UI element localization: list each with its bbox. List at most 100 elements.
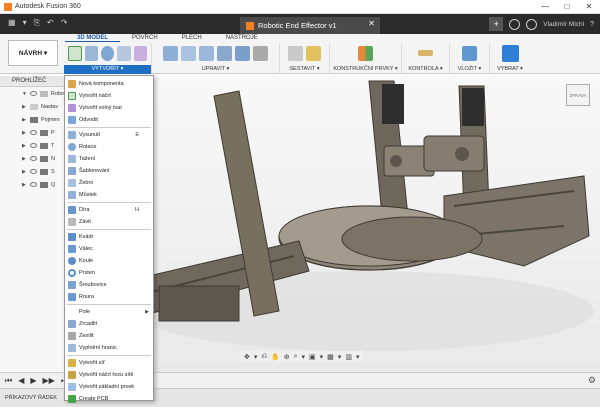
visibility-eye-icon[interactable] xyxy=(30,182,37,187)
new-component-icon[interactable] xyxy=(288,45,303,61)
insert-group[interactable]: VLOŽIT ▾ xyxy=(450,43,490,74)
display-settings-icon[interactable]: ▣ xyxy=(309,353,316,361)
browser-node-settings[interactable]: ▶ Nastav xyxy=(0,100,64,113)
chamfer-icon[interactable] xyxy=(199,45,214,61)
step-back-icon[interactable]: ◀ xyxy=(18,376,24,385)
file-menu-icon[interactable]: ▾ xyxy=(23,18,27,28)
workspace-switcher[interactable]: NÁVRH ▾ xyxy=(8,40,58,66)
menu-item-new-component[interactable]: Nová komponenta xyxy=(65,78,153,90)
grid-settings-icon[interactable]: ▦ xyxy=(327,353,334,361)
browser-node-q[interactable]: ▶ Q xyxy=(0,178,64,191)
expand-icon[interactable]: ▶ xyxy=(22,182,27,188)
form-icon[interactable] xyxy=(133,45,148,61)
menu-item-create-mesh[interactable]: Vytvořit síť xyxy=(65,357,153,369)
maximize-button[interactable]: □ xyxy=(556,0,578,14)
press-pull-icon[interactable] xyxy=(163,45,178,61)
viewcube[interactable]: ZPRAVA xyxy=(566,84,590,106)
select-group[interactable]: VYBRAT ▾ xyxy=(490,43,530,74)
browser-node-named-views[interactable]: ▶ Pojmen xyxy=(0,113,64,126)
user-name[interactable]: Vladimír Michl xyxy=(543,21,584,28)
menu-item-pipe[interactable]: Roura xyxy=(65,291,153,303)
insert-image-icon[interactable] xyxy=(462,45,477,61)
expand-icon[interactable]: ▶ xyxy=(22,117,27,123)
extrude-icon[interactable] xyxy=(84,45,98,61)
menu-item-mesh-section-sketch[interactable]: Vytvořit náčrt řezu sítě xyxy=(65,369,153,381)
browser-node-t[interactable]: ▶ T xyxy=(0,139,64,152)
save-icon[interactable]: ⎘ xyxy=(34,18,40,28)
fit-icon[interactable]: ⌕ xyxy=(294,353,298,361)
document-tab[interactable]: Robotic End Effector v1 ✕ xyxy=(240,17,380,34)
timeline-settings-icon[interactable]: ⚙ xyxy=(588,375,596,386)
menu-item-cylinder[interactable]: Válec xyxy=(65,243,153,255)
visibility-eye-icon[interactable] xyxy=(30,130,37,135)
menu-item-create-form[interactable]: Vytvořit volný tvar xyxy=(65,102,153,114)
expand-icon[interactable]: ▶ xyxy=(22,104,27,110)
revolve-icon[interactable] xyxy=(100,45,115,61)
visibility-eye-icon[interactable] xyxy=(30,169,37,174)
menu-item-coil[interactable]: Šroubovice xyxy=(65,279,153,291)
menu-item-sweep[interactable]: Tažení xyxy=(65,153,153,165)
menu-item-mirror[interactable]: Zrcadlit xyxy=(65,318,153,330)
menu-item-box[interactable]: Kvádr xyxy=(65,231,153,243)
orbit-dropdown-icon[interactable]: ▾ xyxy=(254,353,258,361)
expand-icon[interactable]: ▶ xyxy=(22,143,27,149)
job-status-icon[interactable] xyxy=(509,18,521,30)
menu-item-derive[interactable]: Odvodit xyxy=(65,114,153,126)
menu-item-revolve[interactable]: Rotace xyxy=(65,141,153,153)
help-icon[interactable]: ? xyxy=(590,21,594,28)
play-icon[interactable]: ▶ xyxy=(30,376,36,385)
menu-item-create-pcb[interactable]: Create PCB xyxy=(65,393,153,405)
menu-item-boundary-fill[interactable]: Vyplnění hranic xyxy=(65,342,153,354)
menu-item-web[interactable]: Můstek xyxy=(65,189,153,201)
viewports-dropdown-icon[interactable]: ▾ xyxy=(356,353,360,361)
close-tab-icon[interactable]: ✕ xyxy=(368,19,375,28)
menu-item-pattern[interactable]: Pole ▶ xyxy=(65,306,153,318)
menu-item-hole[interactable]: Díra H xyxy=(65,204,153,216)
visibility-eye-icon[interactable] xyxy=(29,91,37,96)
inspect-group[interactable]: KONTROLA ▾ xyxy=(402,43,450,74)
assemble-group[interactable]: SESTAVIT ▾ xyxy=(280,43,330,74)
expand-icon[interactable]: ▶ xyxy=(22,130,27,136)
box-icon[interactable] xyxy=(117,45,131,61)
tab-3d-model[interactable]: 3D MODEL xyxy=(65,34,121,42)
menu-item-thicken[interactable]: Zesílit xyxy=(65,330,153,342)
menu-item-base-feature[interactable]: Vytvořit základní prvek xyxy=(65,381,153,393)
menu-item-extrude[interactable]: Vysunutí E xyxy=(65,129,153,141)
redo-icon[interactable]: ↷ xyxy=(61,18,68,28)
menu-item-rib[interactable]: Žebro xyxy=(65,177,153,189)
shell-icon[interactable] xyxy=(217,45,232,61)
browser-header[interactable]: PROHLÍŽEČ xyxy=(0,76,64,87)
menu-item-sphere[interactable]: Koule xyxy=(65,255,153,267)
expand-icon[interactable]: ▶ xyxy=(22,156,27,162)
step-forward-icon[interactable]: ▶▶ xyxy=(43,376,55,385)
construct-group[interactable]: KONSTRUKČNÍ PRVKY ▾ xyxy=(330,43,402,74)
undo-icon[interactable]: ↶ xyxy=(47,18,54,28)
tab-sheet-metal[interactable]: PLECH xyxy=(170,34,214,42)
browser-node-s[interactable]: ▶ S xyxy=(0,165,64,178)
create-sketch-icon[interactable] xyxy=(68,45,82,61)
visibility-eye-icon[interactable] xyxy=(30,156,37,161)
notifications-icon[interactable] xyxy=(526,18,538,30)
go-to-start-icon[interactable]: ⏮ xyxy=(5,376,12,386)
menu-item-loft[interactable]: Šablonování xyxy=(65,165,153,177)
menu-item-create-sketch[interactable]: Vytvořit náčrt xyxy=(65,90,153,102)
fillet-icon[interactable] xyxy=(181,45,196,61)
browser-node-n[interactable]: ▶ N xyxy=(0,152,64,165)
create-group[interactable]: VYTVOŘIT ▾ xyxy=(64,43,152,74)
look-at-icon[interactable]: ⎌ xyxy=(261,353,267,361)
select-icon[interactable] xyxy=(501,44,519,62)
collapse-icon[interactable]: ▼ xyxy=(22,91,27,97)
browser-node-p[interactable]: ▶ P xyxy=(0,126,64,139)
fit-dropdown-icon[interactable]: ▾ xyxy=(302,353,306,361)
grid-dropdown-icon[interactable]: ▾ xyxy=(338,353,342,361)
browser-node-root[interactable]: ▼ Robo xyxy=(0,87,64,100)
pan-icon[interactable]: ✋ xyxy=(271,353,280,361)
move-icon[interactable] xyxy=(253,45,268,61)
new-tab-button[interactable]: + xyxy=(489,17,504,31)
visibility-eye-icon[interactable] xyxy=(30,143,37,148)
measure-icon[interactable] xyxy=(418,50,433,56)
viewports-icon[interactable]: ▥ xyxy=(345,353,352,361)
modify-group[interactable]: UPRAVIT ▾ xyxy=(152,43,280,74)
zoom-icon[interactable]: ⊕ xyxy=(284,353,290,361)
display-dropdown-icon[interactable]: ▾ xyxy=(320,353,324,361)
